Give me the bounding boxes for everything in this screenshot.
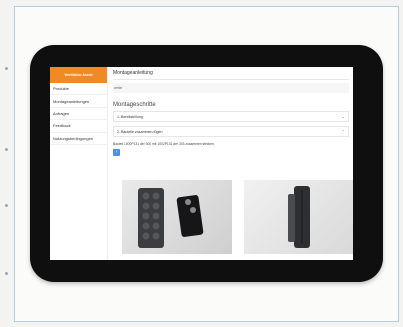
margin-mark [5, 67, 8, 70]
accordion-step-2[interactable]: 2. Bauteile zusammen fügen ⌃ [113, 126, 349, 137]
sidebar-item-feedback[interactable]: Feedback [50, 120, 107, 133]
breadcrumb-link[interactable]: weiter [114, 86, 123, 90]
sidebar-item-produkte[interactable]: Produkte [50, 83, 107, 96]
sidebar-item-anfragen[interactable]: Anfragen [50, 108, 107, 121]
page-title: Montageanleitung [113, 70, 153, 76]
assembly-photo-front [122, 180, 232, 254]
next-icon: › [115, 149, 118, 155]
margin-mark [5, 204, 8, 207]
brick-side-illustration [288, 186, 310, 248]
accordion-label: 2. Bauteile zusammen fügen [117, 129, 163, 134]
logo: Ventilation Assist [64, 73, 93, 77]
top-bar: Montageanleitung [113, 67, 349, 80]
brick-illustration [138, 188, 204, 248]
accordion-label: 1. Bereitstellung [117, 114, 143, 119]
tablet-screen: Ventilation Assist Produkte Montageanlei… [50, 67, 353, 260]
accordion-step-1[interactable]: 1. Bereitstellung ⌄ [113, 111, 349, 122]
section-title: Montageschritte [113, 102, 156, 108]
sidebar: Ventilation Assist Produkte Montageanlei… [50, 67, 108, 260]
photo-gallery [122, 180, 353, 254]
assembly-photo-side [244, 180, 353, 254]
breadcrumb: weiter [113, 83, 349, 93]
margin-mark [5, 272, 8, 275]
chevron-up-icon: ⌃ [341, 129, 345, 134]
chevron-down-icon: ⌄ [341, 114, 345, 119]
sidebar-item-montageanleitungen[interactable]: Montageanleitungen [50, 95, 107, 108]
next-step-button[interactable]: › [113, 149, 120, 156]
margin-mark [5, 148, 8, 151]
logo-bar[interactable]: Ventilation Assist [50, 67, 107, 83]
sidebar-item-nutzungsbedingungen[interactable]: Nutzungsbedingungen [50, 133, 107, 145]
main-content: Montageanleitung weiter Montageschritte … [108, 67, 353, 260]
step-instruction: Bauteil 1000P131 der 300 mit 1002P131 de… [113, 142, 215, 146]
